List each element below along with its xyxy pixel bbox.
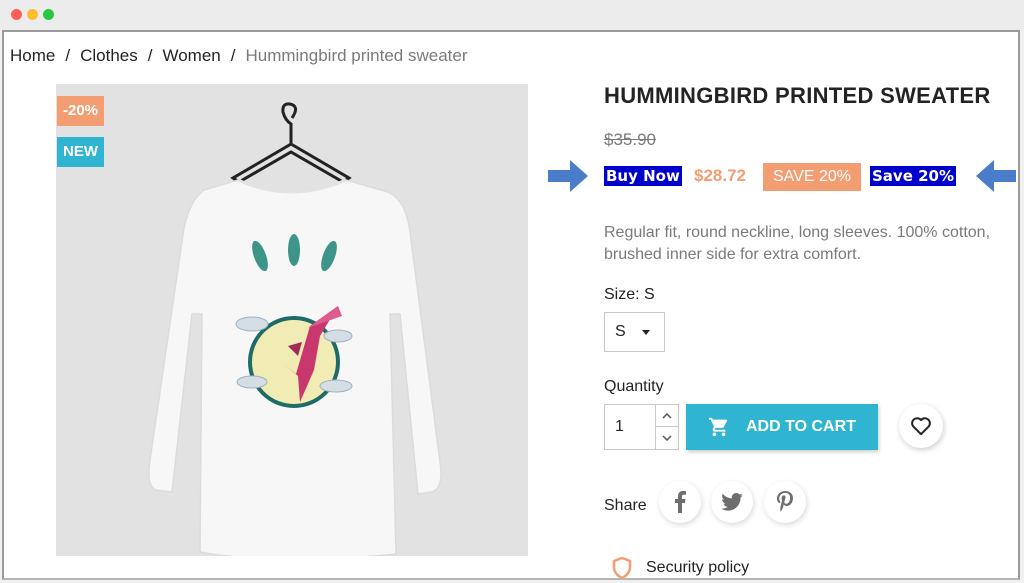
breadcrumb-home[interactable]: Home bbox=[10, 46, 55, 65]
close-window-button[interactable] bbox=[11, 9, 22, 20]
shield-icon bbox=[612, 557, 632, 578]
pinterest-icon bbox=[777, 491, 793, 512]
security-policy-label: Security policy bbox=[646, 559, 750, 576]
security-policy: Security policy bbox=[612, 557, 750, 578]
breadcrumb-current: Hummingbird printed sweater bbox=[245, 46, 468, 65]
caret-down-icon bbox=[642, 330, 650, 335]
quantity-input[interactable]: 1 bbox=[604, 404, 656, 450]
heart-icon bbox=[911, 417, 931, 436]
twitter-icon bbox=[721, 493, 743, 511]
page-viewport: Home / Clothes / Women / Hummingbird printed s… bbox=[2, 30, 1020, 580]
product-description: Regular fit, round neckline, long sleeve… bbox=[604, 224, 991, 263]
quantity-decrease-button[interactable] bbox=[656, 427, 678, 449]
wishlist-button[interactable] bbox=[899, 404, 943, 448]
quantity-increase-button[interactable] bbox=[656, 405, 678, 427]
regular-price: $35.90 bbox=[604, 130, 656, 149]
size-label: Size: S bbox=[604, 286, 655, 303]
price-row: Buy Now $28.72 SAVE 20% Save 20% bbox=[604, 163, 1018, 191]
product-title: HUMMINGBIRD PRINTED SWEATER bbox=[604, 83, 991, 108]
facebook-share-button[interactable] bbox=[659, 481, 701, 523]
window-titlebar bbox=[0, 0, 1024, 30]
add-to-cart-button[interactable]: ADD TO CART bbox=[686, 404, 878, 450]
cart-icon bbox=[708, 417, 728, 437]
quantity-label: Quantity bbox=[604, 378, 664, 395]
breadcrumb-women[interactable]: Women bbox=[162, 46, 220, 65]
pinterest-share-button[interactable] bbox=[764, 481, 806, 523]
minimize-window-button[interactable] bbox=[27, 9, 38, 20]
breadcrumb: Home / Clothes / Women / Hummingbird printed s… bbox=[10, 46, 468, 66]
size-select[interactable]: S bbox=[604, 312, 665, 352]
product-image[interactable]: -20% NEW bbox=[56, 84, 528, 556]
facebook-icon bbox=[675, 491, 686, 513]
maximize-window-button[interactable] bbox=[43, 9, 54, 20]
chevron-down-icon bbox=[662, 435, 672, 441]
save-percentage-tag: SAVE 20% bbox=[763, 163, 861, 191]
size-selected-value: S bbox=[615, 323, 626, 340]
add-to-cart-label: ADD TO CART bbox=[746, 418, 856, 435]
arrow-left-icon bbox=[976, 160, 1016, 192]
current-price: $28.72 bbox=[694, 166, 746, 185]
quantity-stepper bbox=[655, 404, 679, 450]
twitter-share-button[interactable] bbox=[711, 481, 753, 523]
breadcrumb-clothes[interactable]: Clothes bbox=[80, 46, 138, 65]
breadcrumb-separator: / bbox=[65, 46, 71, 65]
hummingbird-sweater-image bbox=[148, 102, 442, 556]
breadcrumb-separator: / bbox=[230, 46, 236, 65]
buy-now-highlight[interactable]: Buy Now bbox=[604, 166, 682, 186]
breadcrumb-separator: / bbox=[147, 46, 153, 65]
save-highlight: Save 20% bbox=[870, 166, 957, 186]
arrow-right-icon bbox=[548, 160, 588, 192]
share-label: Share bbox=[604, 497, 647, 514]
chevron-up-icon bbox=[662, 412, 672, 419]
